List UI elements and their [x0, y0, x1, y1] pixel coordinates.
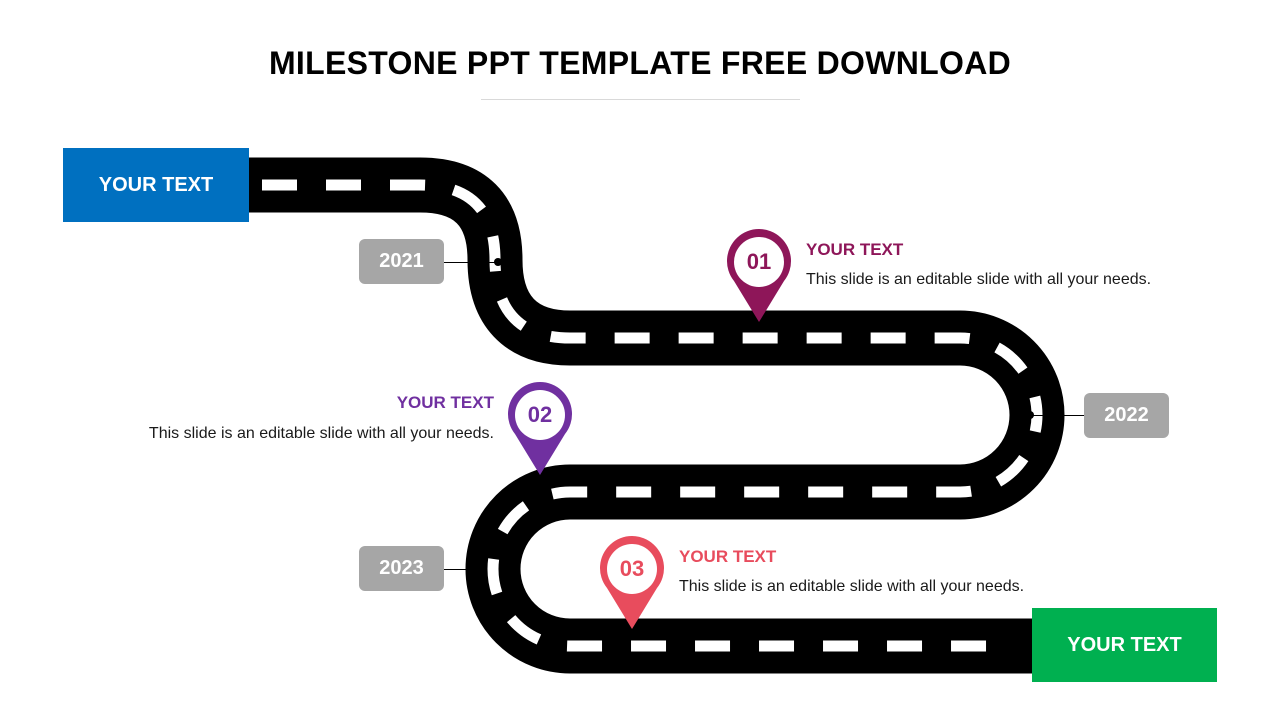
- year-badge-2021: 2021: [359, 239, 444, 284]
- milestone-01-title: YOUR TEXT: [806, 240, 904, 259]
- milestone-03-pin: 03: [599, 536, 665, 632]
- milestone-03-number: 03: [619, 556, 645, 581]
- end-box: YOUR TEXT: [1032, 608, 1217, 682]
- milestone-02-body: This slide is an editable slide with all…: [148, 425, 494, 442]
- milestone-02-pin: 02: [507, 382, 573, 478]
- year-2022-connector: [1032, 415, 1084, 416]
- milestone-01-pin: 01: [726, 229, 792, 325]
- end-box-label: YOUR TEXT: [1067, 633, 1182, 656]
- start-box-label: YOUR TEXT: [98, 173, 214, 196]
- milestone-03-body: This slide is an editable slide with all…: [679, 578, 1025, 595]
- start-box: YOUR TEXT: [63, 148, 249, 222]
- year-badge-2022: 2022: [1084, 393, 1169, 438]
- milestone-02-number: 02: [527, 402, 553, 427]
- year-2021-connector: [444, 262, 496, 263]
- year-2023-connector: [444, 569, 470, 570]
- milestone-01-number: 01: [746, 249, 772, 274]
- milestone-03-title: YOUR TEXT: [679, 547, 777, 566]
- milestone-01-body: This slide is an editable slide with all…: [806, 271, 1152, 288]
- milestone-02-title: YOUR TEXT: [396, 393, 494, 412]
- year-badge-2023: 2023: [359, 546, 444, 591]
